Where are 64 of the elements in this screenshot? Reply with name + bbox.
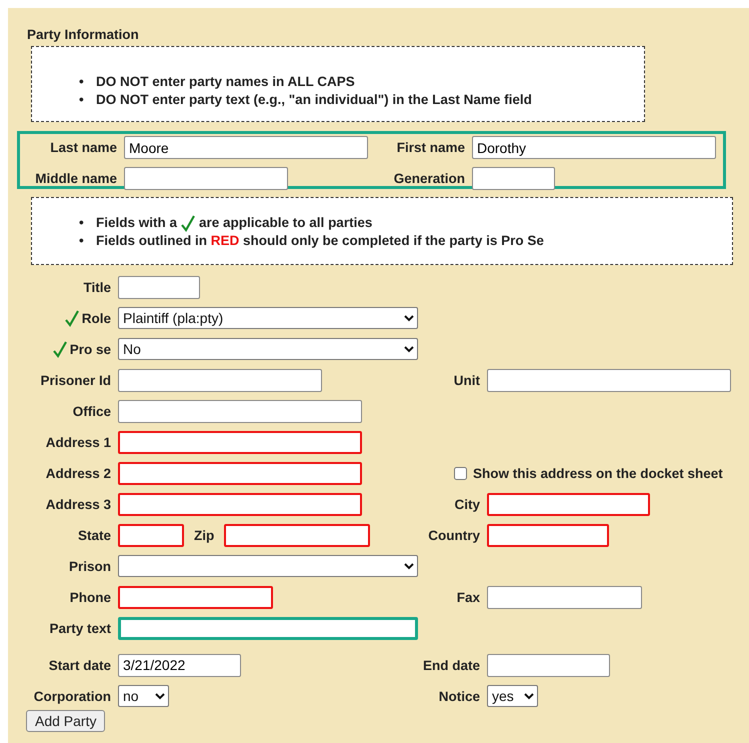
field-label: Country [428, 528, 480, 542]
field-label: Middle name [35, 171, 117, 186]
text-field[interactable] [118, 462, 362, 484]
field-label: Notice [438, 688, 480, 704]
text-field[interactable]: Moore [124, 136, 368, 159]
text-field[interactable] [118, 586, 273, 608]
field-label: Party text [49, 620, 111, 636]
text-field[interactable] [472, 167, 555, 190]
notice-text: Fields outlined in RED should only be completed if the party is Pro Se [96, 232, 544, 250]
field-label: Role [82, 310, 111, 326]
text-field[interactable]: Dorothy [472, 136, 716, 159]
field-label: City [454, 496, 480, 512]
field-label: State [78, 528, 111, 542]
dropdown[interactable]: No [118, 338, 418, 360]
text-field[interactable] [487, 524, 609, 546]
field-label: Corporation [34, 688, 111, 704]
text-field[interactable] [118, 430, 362, 454]
text-field[interactable] [487, 654, 610, 676]
field-label: Unit [454, 372, 480, 388]
text-field[interactable] [487, 368, 731, 392]
text-field[interactable] [118, 492, 362, 516]
text-field[interactable] [118, 524, 184, 546]
field-label: First name [396, 140, 465, 155]
text-field[interactable] [487, 492, 650, 516]
field-label: Title [83, 280, 111, 294]
field-label: Prisoner Id [40, 372, 111, 388]
text-field[interactable] [224, 524, 370, 546]
field-label: Last name [50, 140, 117, 155]
dropdown[interactable] [118, 555, 418, 577]
text-field[interactable]: 3/21/2022 [118, 654, 241, 676]
field-label: Prison [68, 558, 111, 574]
add-party-button[interactable]: Add Party [26, 710, 106, 732]
field-label: Office [72, 404, 111, 418]
bullet: • [79, 73, 85, 91]
section-title: Party Information [27, 27, 140, 42]
dropdown[interactable]: yes [487, 685, 538, 707]
notice-text: are applicable to all parties [199, 214, 372, 232]
field-label: Address 3 [46, 496, 111, 512]
bullet: • [79, 91, 85, 109]
checkbox[interactable] [454, 466, 467, 480]
field-label: Start date [48, 658, 111, 672]
field-label: End date [422, 658, 480, 672]
field-label: Address 2 [46, 466, 111, 480]
notice-text: DO NOT enter party names in ALL CAPS [96, 73, 355, 91]
field-label: Generation [394, 171, 465, 186]
field-label: Zip [194, 528, 214, 542]
dropdown[interactable]: no [118, 685, 169, 707]
checkmark-icon [181, 214, 196, 232]
field-label: Pro se [70, 342, 111, 356]
text-field[interactable] [487, 586, 642, 608]
bullet: • [79, 232, 85, 250]
field-label: Phone [70, 590, 111, 604]
text-field[interactable] [118, 616, 418, 640]
field-label: Address 1 [46, 434, 111, 450]
text-field[interactable] [118, 276, 200, 298]
text-field[interactable] [118, 400, 362, 422]
checkbox-label: Show this address on the docket sheet [473, 466, 723, 480]
text-field[interactable] [118, 368, 322, 392]
bullet: • [79, 214, 85, 232]
text-field[interactable] [124, 167, 288, 190]
notice-text: Fields with a [96, 214, 178, 232]
notice-text: DO NOT enter party text (e.g., "an individual") in the Last Name field [96, 91, 532, 109]
dropdown[interactable]: Plaintiff (pla:pty) [118, 307, 418, 329]
field-label: Fax [456, 590, 480, 604]
